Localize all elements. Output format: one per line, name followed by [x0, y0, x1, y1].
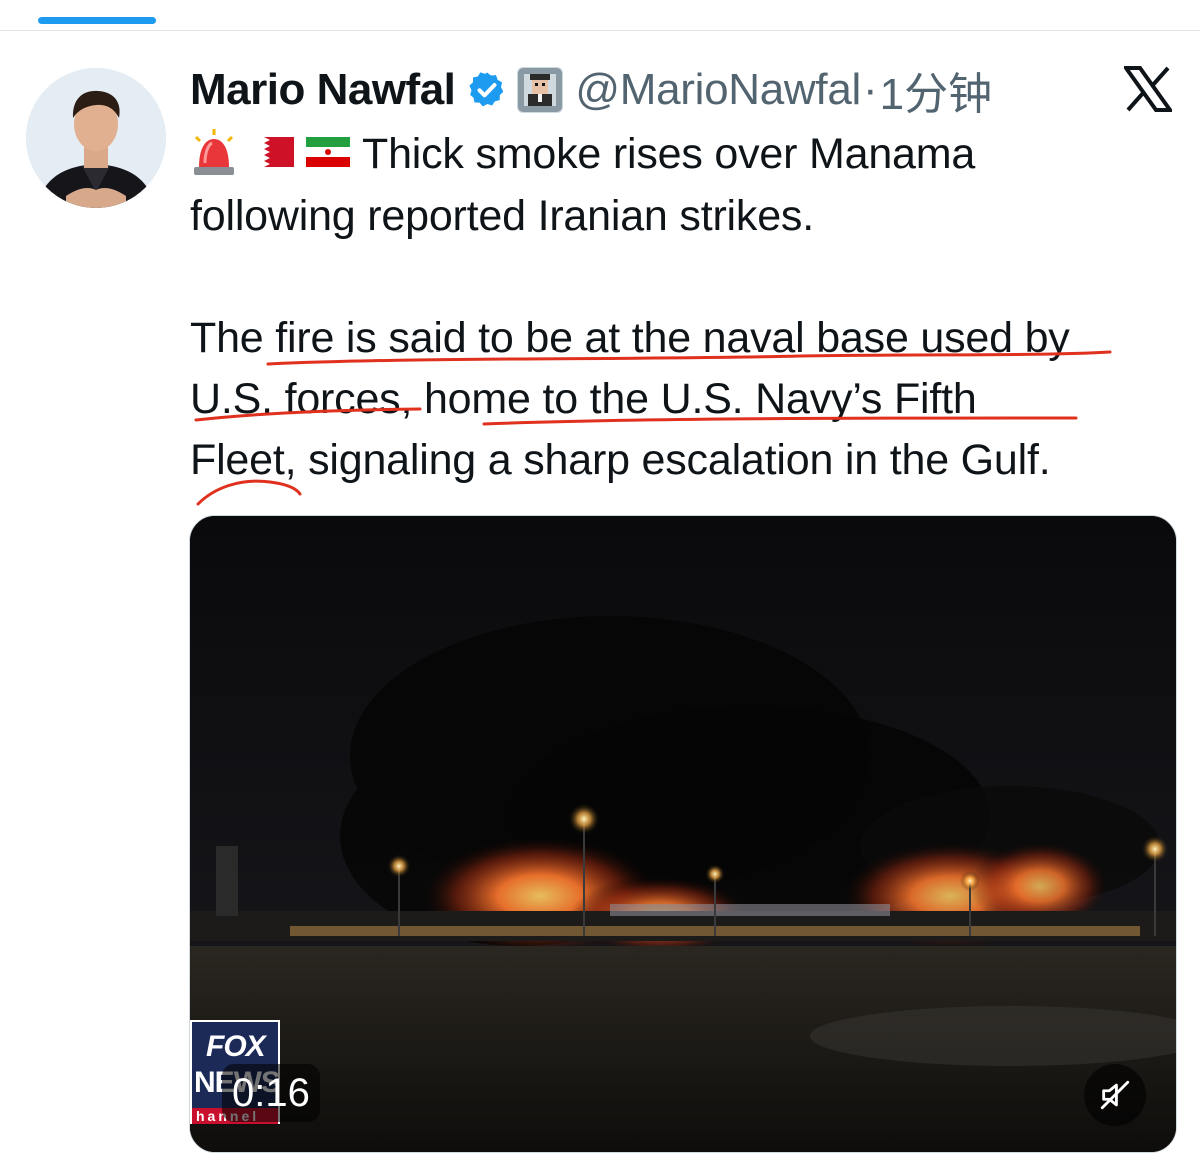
author-name[interactable]: Mario Nawfal — [190, 65, 456, 115]
mute-button[interactable] — [1084, 1064, 1146, 1126]
iran-flag-emoji — [306, 136, 350, 172]
verified-badge-icon — [467, 70, 507, 110]
fox-logo-text: FOX — [206, 1030, 266, 1063]
muted-speaker-icon — [1100, 1080, 1130, 1110]
tweet-timestamp[interactable]: 1分钟 — [880, 58, 992, 122]
author-avatar[interactable] — [26, 68, 166, 208]
siren-emoji — [190, 127, 238, 182]
video-duration: 0:16 — [222, 1064, 320, 1122]
tweet-line-1: Thick smoke rises over Manama — [190, 126, 975, 182]
bahrain-flag-emoji — [250, 136, 294, 172]
tweet-text-line: following reported Iranian strikes. — [190, 192, 814, 240]
tweet-text-line: Fleet, signaling a sharp escalation in t… — [190, 436, 1051, 484]
video-player[interactable]: FOX NEWS hannel 0:16 — [189, 515, 1177, 1153]
tab-indicator — [38, 17, 156, 24]
video-frame — [190, 516, 1176, 1152]
separator-dot: · — [862, 65, 878, 114]
tweet-text-line: U.S. forces, home to the U.S. Navy’s Fif… — [190, 375, 977, 423]
tweet-header: Mario Nawfal @MarioNawfal · 1分钟 — [190, 62, 992, 119]
x-logo-icon[interactable] — [1122, 66, 1174, 112]
affiliate-avatar-icon[interactable] — [517, 67, 564, 113]
tweet-text-line: Thick smoke rises over Manama — [362, 129, 976, 178]
tweet-text-line: The fire is said to be at the naval base… — [190, 314, 1070, 362]
top-divider — [0, 30, 1200, 31]
author-handle[interactable]: @MarioNawfal — [575, 65, 861, 115]
